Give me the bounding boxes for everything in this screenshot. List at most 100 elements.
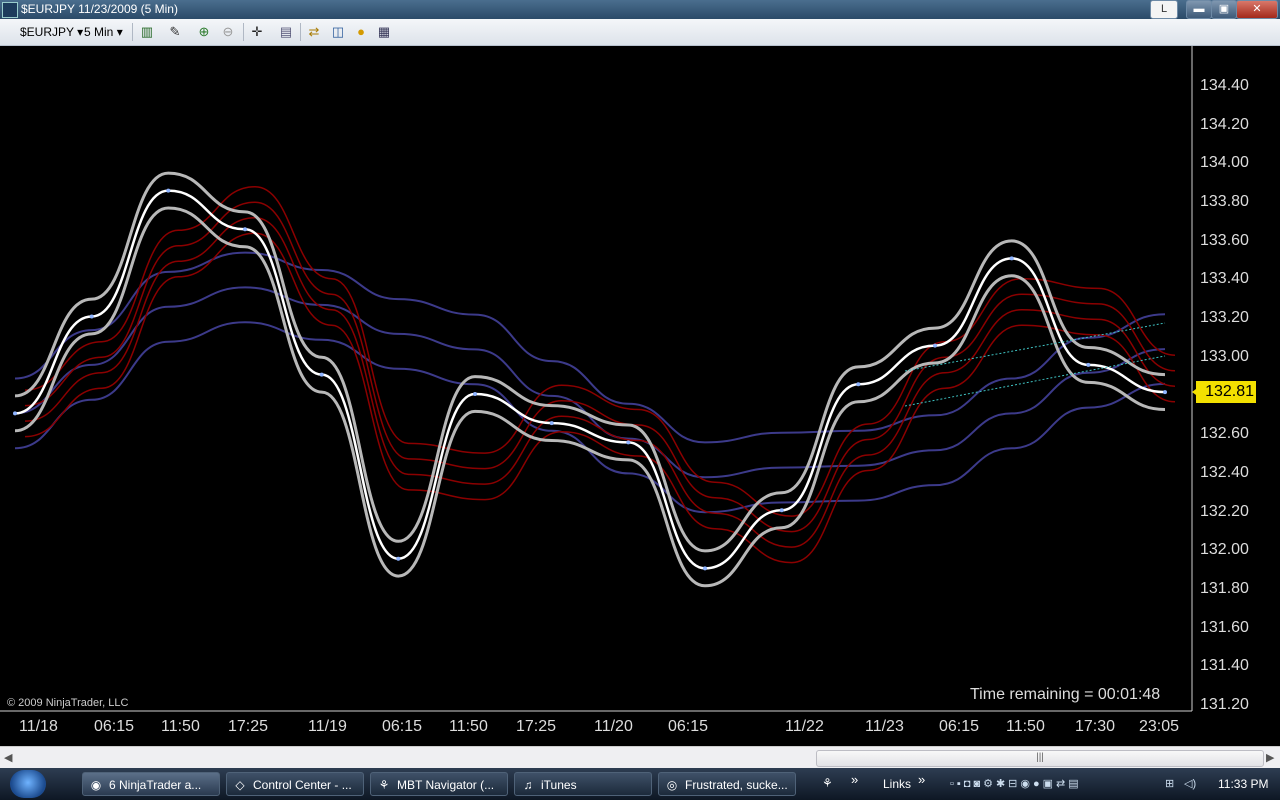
scrollbar-thumb[interactable]: ||| (816, 750, 1264, 767)
y-tick-label: 133.20 (1200, 309, 1249, 326)
x-tick-label: 06:15 (382, 718, 423, 735)
price-point (1163, 390, 1167, 395)
price-band-line-0 (14, 206, 1166, 588)
price-point (549, 421, 554, 426)
network-icon[interactable]: ⊞ (1165, 777, 1174, 790)
x-tick-label: 17:30 (1075, 718, 1116, 735)
taskbar-item-browser[interactable]: ◎ Frustrated, sucke... (658, 772, 796, 796)
interval-label: 5 Min (84, 25, 114, 39)
y-tick-label: 134.00 (1200, 154, 1249, 171)
instrument-selector[interactable]: $EURJPY ▾ (20, 23, 83, 41)
y-tick-label: 133.60 (1200, 232, 1249, 249)
x-tick-label: 11:50 (449, 718, 488, 735)
x-tick-label: 11/23 (865, 718, 904, 735)
mbt-navigator-icon: ⚘ (378, 778, 390, 792)
price-point (243, 227, 247, 232)
coin-icon[interactable]: ● (353, 24, 369, 40)
interval-selector[interactable]: 5 Min ▾ (84, 23, 123, 41)
price-point (626, 440, 631, 445)
x-tick-label: 11/18 (19, 718, 58, 735)
control-center-icon: ◇ (235, 778, 245, 792)
y-tick-label: 131.40 (1200, 657, 1249, 674)
y-tick-label: 134.20 (1200, 116, 1249, 133)
scroll-left-icon[interactable]: ◀ (4, 751, 12, 764)
y-tick-label: 133.80 (1200, 193, 1249, 210)
chart-toolbar: $EURJPY ▾ 5 Min ▾ ▥ ✎ ⊕ ⊖ ✛ ▤ ⇄ ◫ ● ▦ (0, 19, 1280, 46)
data-box-icon[interactable]: ▦ (376, 24, 392, 40)
y-tick-label: 132.00 (1200, 541, 1249, 558)
toolbar-separator (132, 23, 133, 41)
x-tick-label: 17:25 (516, 718, 557, 735)
clock[interactable]: 11:33 PM (1218, 777, 1268, 791)
x-tick-label: 11:50 (161, 718, 200, 735)
price-point (856, 382, 861, 387)
chart-canvas (0, 46, 1200, 712)
y-tick-label: 133.40 (1200, 270, 1249, 287)
time-remaining: Time remaining = 00:01:48 (970, 686, 1161, 703)
indicators-icon[interactable]: ◫ (330, 24, 346, 40)
y-tick-label: 131.20 (1200, 696, 1249, 713)
window-title: $EURJPY 11/23/2009 (5 Min) (21, 2, 178, 16)
x-tick-label: 23:05 (1139, 718, 1180, 735)
price-point (13, 411, 17, 416)
chevron-down-icon: ▾ (77, 25, 84, 39)
price-chart[interactable]: 134.40 134.20 134.00 133.80 133.60 133.4… (0, 46, 1280, 746)
tray-icons[interactable]: ▫▪◘◙⚙✱⊟◉●▣⇄▤ (950, 777, 1150, 790)
candlestick-icon[interactable]: ▥ (139, 24, 155, 40)
taskbar-item-label: Control Center - ... (253, 778, 352, 792)
price-point (1009, 256, 1014, 261)
y-tick-label: 132.20 (1200, 503, 1249, 520)
taskbar-item-label: iTunes (541, 778, 577, 792)
x-tick-label: 11/19 (308, 718, 347, 735)
close-button[interactable]: ✕ (1236, 0, 1278, 19)
maximize-button[interactable]: ▣ (1211, 0, 1237, 19)
draw-pencil-icon[interactable]: ✎ (167, 24, 183, 40)
y-tick-label: 132.60 (1200, 425, 1249, 442)
zoom-in-icon[interactable]: ⊕ (196, 24, 212, 40)
itunes-icon: ♫ (523, 778, 533, 792)
links-chevron-icon[interactable]: » (918, 772, 925, 787)
start-button[interactable] (10, 770, 46, 798)
y-tick-label: 131.60 (1200, 619, 1249, 636)
taskbar-item-ninjatrader[interactable]: ◉ 6 NinjaTrader a... (82, 772, 220, 796)
instrument-label: $EURJPY (20, 25, 74, 39)
fast-envelope-line-2 (24, 201, 1176, 533)
volume-icon[interactable]: ◁) (1184, 777, 1196, 790)
price-series (13, 171, 1167, 588)
price-point (703, 566, 707, 571)
links-toolbar[interactable]: Links (883, 777, 911, 791)
price-point (473, 392, 477, 396)
horizontal-scrollbar[interactable]: ◀ ||| ▶ (0, 746, 1280, 769)
copyright-notice: © 2009 NinjaTrader, LLC (7, 697, 129, 709)
scroll-right-icon[interactable]: ▶ (1266, 751, 1274, 764)
taskbar-item-label: Frustrated, sucke... (685, 778, 788, 792)
y-tick-label: 132.40 (1200, 464, 1249, 481)
taskbar-item-control-center[interactable]: ◇ Control Center - ... (226, 772, 364, 796)
strategy-icon[interactable]: ⇄ (306, 24, 322, 40)
price-line (14, 189, 1166, 570)
trendline-lower[interactable] (904, 355, 1166, 407)
price-point (1086, 362, 1091, 367)
price-point (89, 314, 94, 319)
y-tick-label: 134.40 (1200, 77, 1249, 94)
properties-icon[interactable]: ▤ (278, 24, 294, 40)
zoom-out-icon[interactable]: ⊖ (220, 24, 236, 40)
x-tick-label: 06:15 (668, 718, 709, 735)
windows-taskbar: ◉ 6 NinjaTrader a... ◇ Control Center - ..… (0, 768, 1280, 800)
ninjatrader-icon: ◉ (90, 778, 102, 792)
quicklaunch-icon[interactable]: ⚘ (822, 776, 833, 790)
taskbar-item-itunes[interactable]: ♫ iTunes (514, 772, 652, 796)
chevron-down-icon: ▾ (116, 25, 123, 39)
overflow-chevron-icon[interactable]: » (851, 772, 858, 787)
language-button[interactable]: L (1150, 0, 1178, 19)
price-point (166, 188, 171, 193)
window-titlebar: $EURJPY 11/23/2009 (5 Min) L ▬ ▣ ✕ (0, 0, 1280, 19)
taskbar-item-label: 6 NinjaTrader a... (109, 778, 202, 792)
y-tick-label: 131.80 (1200, 580, 1249, 597)
x-tick-label: 11/20 (594, 718, 633, 735)
crosshair-icon[interactable]: ✛ (249, 24, 265, 40)
minimize-button[interactable]: ▬ (1186, 0, 1212, 19)
fast-envelope-line-3 (24, 185, 1176, 517)
price-point (319, 372, 324, 377)
taskbar-item-mbt-navigator[interactable]: ⚘ MBT Navigator (... (370, 772, 508, 796)
